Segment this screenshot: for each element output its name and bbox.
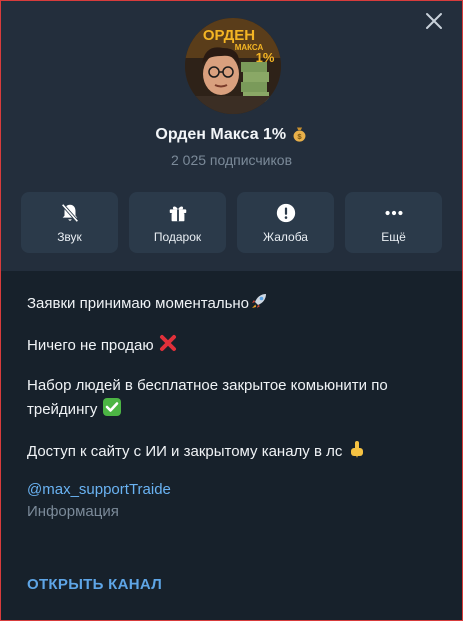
more-label: Ещё	[381, 229, 406, 244]
more-icon	[384, 210, 403, 215]
pointing-down-icon	[350, 441, 363, 458]
channel-header: ОРДЕН МАКСА 1% Орден Макса 1% $ 2 025 по…	[1, 1, 462, 271]
open-channel-button[interactable]: ОТКРЫТЬ КАНАЛ	[27, 576, 162, 593]
report-button[interactable]: Жалоба	[237, 192, 334, 253]
mute-label: Звук	[57, 229, 82, 244]
description-line-4: Доступ к сайту с ИИ и закрытому каналу в…	[27, 439, 436, 463]
check-mark-icon	[102, 398, 121, 416]
avatar[interactable]: ОРДЕН МАКСА 1%	[185, 18, 281, 114]
report-icon	[276, 203, 295, 222]
channel-name: Орден Макса 1%	[155, 126, 287, 143]
bell-off-icon	[60, 203, 79, 222]
gift-icon	[169, 206, 186, 221]
mute-button[interactable]: Звук	[21, 192, 118, 253]
close-icon[interactable]	[424, 11, 444, 31]
gift-button[interactable]: Подарок	[129, 192, 226, 253]
report-label: Жалоба	[263, 229, 308, 244]
money-bag-icon: $	[293, 127, 306, 142]
support-username-link[interactable]: @max_supportTraide	[27, 481, 436, 498]
subscriber-count: 2 025 подписчиков	[170, 152, 293, 168]
cross-mark-icon	[159, 335, 176, 351]
avatar-text-line1: ОРДЕН	[203, 27, 255, 44]
gift-label: Подарок	[153, 229, 202, 244]
description-line-2: Ничего не продаю	[27, 333, 436, 357]
rocket-icon	[252, 294, 267, 308]
action-bar: Звук Подарок Жалоба Ещё	[21, 192, 442, 253]
more-button[interactable]: Ещё	[345, 192, 442, 253]
channel-info-window: ОРДЕН МАКСА 1% Орден Макса 1% $ 2 025 по…	[0, 0, 463, 621]
channel-description-panel: Заявки принимаю моментально Ничего не пр…	[1, 271, 462, 620]
info-label: Информация	[27, 503, 119, 520]
description-line-1: Заявки принимаю моментально	[27, 291, 436, 315]
channel-title: Орден Макса 1% $	[1, 125, 462, 144]
description-line-3: Набор людей в бесплатное закрытое комьюн…	[27, 377, 388, 418]
